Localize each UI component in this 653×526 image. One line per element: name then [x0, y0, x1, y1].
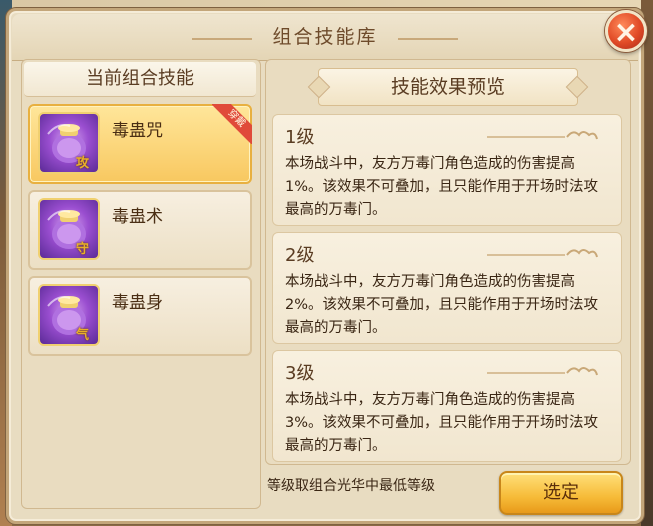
attack-mark-icon: 攻 [76, 156, 90, 171]
equipped-ribbon: 穿戴 [212, 104, 252, 144]
cloud-ornament-icon [487, 367, 598, 376]
skill-name: 毒蛊咒 [112, 121, 163, 141]
current-skills-header: 当前组合技能 [24, 62, 256, 97]
game-screen: 组合技能库 当前组合技能 攻 毒蛊咒 穿戴 守 毒蛊术 气 毒蛊身 技能效果预览… [0, 0, 653, 526]
qi-mark-icon: 气 [76, 328, 90, 343]
level-description: 本场战斗中，友方万毒门角色造成的伤害提高1%。该效果不可叠加，且只能作用于开场时… [285, 156, 599, 218]
skill-item-dugu-shu[interactable]: 守 毒蛊术 [28, 190, 252, 270]
window-title-bar: 组合技能库 [12, 14, 638, 61]
close-button[interactable]: × [605, 10, 647, 52]
skill-item-dugu-shen[interactable]: 气 毒蛊身 [28, 276, 252, 356]
footer-note: 等级取组合光华中最低等级 [267, 478, 435, 494]
defense-mark-icon: 守 [76, 242, 90, 257]
level-title: 3级 [285, 363, 315, 384]
skill-library-window: 组合技能库 当前组合技能 攻 毒蛊咒 穿戴 守 毒蛊术 气 毒蛊身 技能效果预览… [6, 8, 644, 524]
cloud-ornament-icon [487, 249, 598, 258]
title-ornament-right [398, 38, 458, 40]
effect-preview-panel: 技能效果预览 1级 本场战斗中，友方万毒门角色造成的伤害提高1%。该效果不可叠加… [265, 59, 631, 465]
select-button[interactable]: 选定 [499, 471, 623, 515]
current-skills-panel: 当前组合技能 攻 毒蛊咒 穿戴 守 毒蛊术 气 毒蛊身 [21, 59, 261, 509]
skill-name: 毒蛊术 [112, 207, 163, 227]
level-description: 本场战斗中，友方万毒门角色造成的伤害提高2%。该效果不可叠加，且只能作用于开场时… [285, 274, 599, 336]
level-description: 本场战斗中，友方万毒门角色造成的伤害提高3%。该效果不可叠加，且只能作用于开场时… [285, 392, 599, 454]
skill-name: 毒蛊身 [112, 293, 163, 313]
cloud-ornament-icon [487, 131, 598, 140]
skill-item-dugu-zhou[interactable]: 攻 毒蛊咒 穿戴 [28, 104, 252, 184]
level-card-1: 1级 本场战斗中，友方万毒门角色造成的伤害提高1%。该效果不可叠加，且只能作用于… [272, 114, 622, 226]
level-title: 1级 [285, 127, 315, 148]
window-title: 组合技能库 [272, 26, 378, 48]
effect-preview-header: 技能效果预览 [318, 68, 578, 106]
equipped-ribbon-label: 穿戴 [212, 104, 252, 144]
level-card-3: 3级 本场战斗中，友方万毒门角色造成的伤害提高3%。该效果不可叠加，且只能作用于… [272, 350, 622, 462]
level-card-2: 2级 本场战斗中，友方万毒门角色造成的伤害提高2%。该效果不可叠加，且只能作用于… [272, 232, 622, 344]
level-title: 2级 [285, 245, 315, 266]
